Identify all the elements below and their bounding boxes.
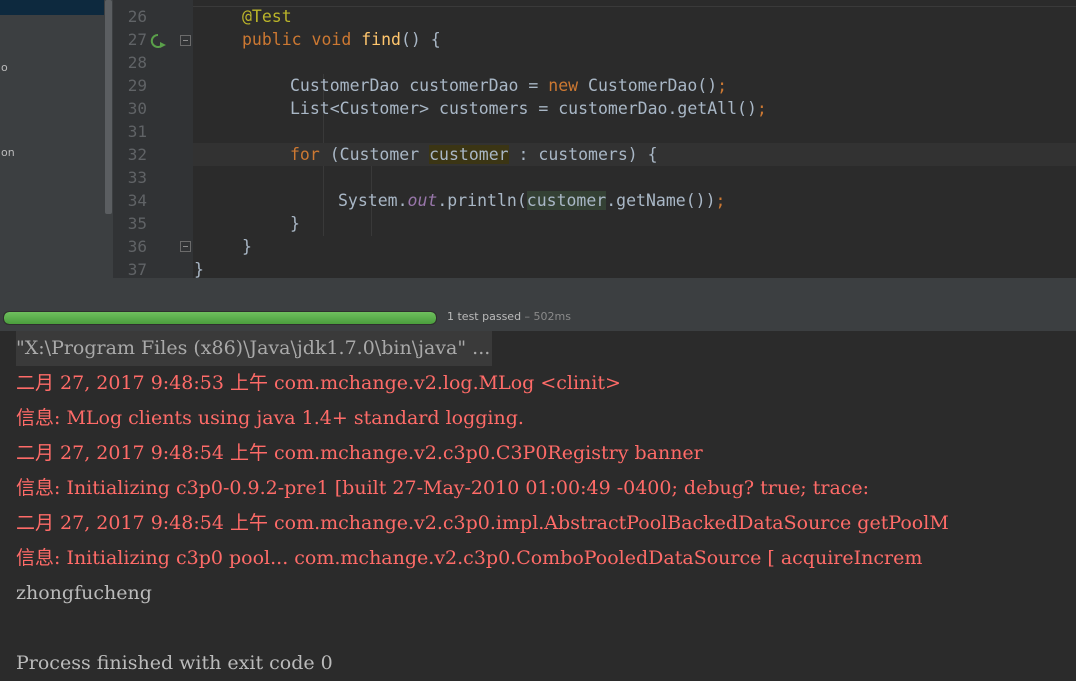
code-line-36: }	[242, 235, 1076, 258]
line-number: 35	[127, 214, 147, 233]
annotation-token: @Test	[242, 7, 292, 26]
code-line-27: public void find() {	[242, 28, 1076, 51]
run-test-icon[interactable]	[149, 33, 167, 49]
line-number: 33	[127, 168, 147, 187]
console-log-line: 二月 27, 2017 9:48:53 上午 com.mchange.v2.lo…	[16, 372, 621, 394]
console-log-line: 信息: MLog clients using java 1.4+ standar…	[16, 407, 524, 429]
console-log-line: 信息: Initializing c3p0 pool... com.mchang…	[16, 547, 923, 569]
code-line-37: }	[194, 258, 1076, 278]
test-results-bar: 1 test passed – 502ms	[0, 302, 1076, 332]
line-number: 26	[127, 7, 147, 26]
code-line-26: @Test	[242, 5, 1076, 28]
line-number: 30	[127, 99, 147, 118]
code-line-32-current: for (Customer customer : customers) {	[193, 143, 1076, 166]
console-exit-line: Process finished with exit code 0	[16, 652, 333, 674]
fold-icon[interactable]	[180, 241, 191, 252]
project-panel: o on	[0, 0, 113, 278]
console-output-line: zhongfucheng	[16, 582, 152, 604]
console-log-line: 二月 27, 2017 9:48:54 上午 com.mchange.v2.c3…	[16, 512, 949, 534]
run-console[interactable]: "X:\Program Files (x86)\Java\jdk1.7.0\bi…	[0, 331, 1076, 681]
semicolon-token: ;	[756, 99, 767, 118]
keyword-token: for	[290, 145, 320, 164]
test-status: 1 test passed – 502ms	[447, 310, 571, 323]
code-line-29: CustomerDao customerDao = new CustomerDa…	[290, 74, 1076, 97]
code-token: CustomerDao customerDao =	[290, 76, 549, 95]
scrollbar-thumb[interactable]	[105, 0, 112, 214]
code-line-34: System.out.println(customer.getName());	[338, 189, 1076, 212]
keyword-token: new	[548, 76, 579, 95]
method-name-token: find	[361, 30, 401, 49]
test-duration: – 502ms	[521, 310, 571, 323]
code-token: CustomerDao()	[578, 76, 718, 95]
panel-splitter[interactable]	[0, 278, 1076, 303]
console-log-line: 信息: Initializing c3p0-0.9.2-pre1 [built …	[16, 477, 870, 499]
code-token: (Customer	[319, 145, 430, 164]
semicolon-token: ;	[717, 76, 728, 95]
code-area[interactable]: @Test public void find() { CustomerDao c…	[193, 0, 1076, 278]
test-progress-bar	[3, 311, 437, 325]
semicolon-token: ;	[715, 191, 726, 210]
console-command-line[interactable]: "X:\Program Files (x86)\Java\jdk1.7.0\bi…	[16, 331, 493, 366]
brace-token: }	[242, 237, 252, 256]
keyword-token: public	[242, 30, 302, 49]
test-progress-fill	[4, 312, 436, 324]
code-token: .println(	[437, 191, 527, 210]
line-number: 29	[127, 76, 147, 95]
code-token: List<Customer> customers = customerDao.g…	[290, 99, 757, 118]
line-number: 36	[127, 237, 147, 256]
line-number: 28	[127, 53, 147, 72]
console-log-line: 二月 27, 2017 9:48:54 上午 com.mchange.v2.c3…	[16, 442, 703, 464]
static-field-token: out	[407, 191, 438, 210]
code-line-30: List<Customer> customers = customerDao.g…	[290, 97, 1076, 120]
brace-token: }	[290, 214, 300, 233]
line-number: 34	[127, 191, 147, 210]
line-number: 32	[127, 145, 147, 164]
variable-highlight: customer	[429, 145, 509, 164]
line-number: 31	[127, 122, 147, 141]
code-token: () {	[400, 30, 441, 49]
test-status-text: 1 test passed	[447, 310, 522, 323]
line-number: 37	[127, 260, 147, 278]
project-panel-scrollbar[interactable]	[104, 0, 113, 278]
project-tree-fragment[interactable]: o	[1, 61, 8, 74]
code-line-35: }	[290, 212, 1076, 235]
line-number: 27	[127, 30, 147, 49]
keyword-token: void	[311, 30, 352, 49]
project-tree-fragment[interactable]: on	[1, 146, 15, 159]
project-tree-selection[interactable]	[0, 0, 104, 15]
editor-gutter: 26 27 28 29 30 31 32 33 34 35 36 37	[113, 0, 193, 278]
brace-token: }	[194, 260, 204, 278]
code-token: : customers) {	[508, 145, 658, 164]
variable-highlight: customer	[526, 191, 607, 210]
code-token: System.	[338, 191, 408, 210]
code-token: .getName())	[606, 191, 716, 210]
fold-icon[interactable]	[180, 35, 191, 46]
code-editor[interactable]: 26 27 28 29 30 31 32 33 34 35 36 37 @Tes…	[113, 0, 1076, 278]
